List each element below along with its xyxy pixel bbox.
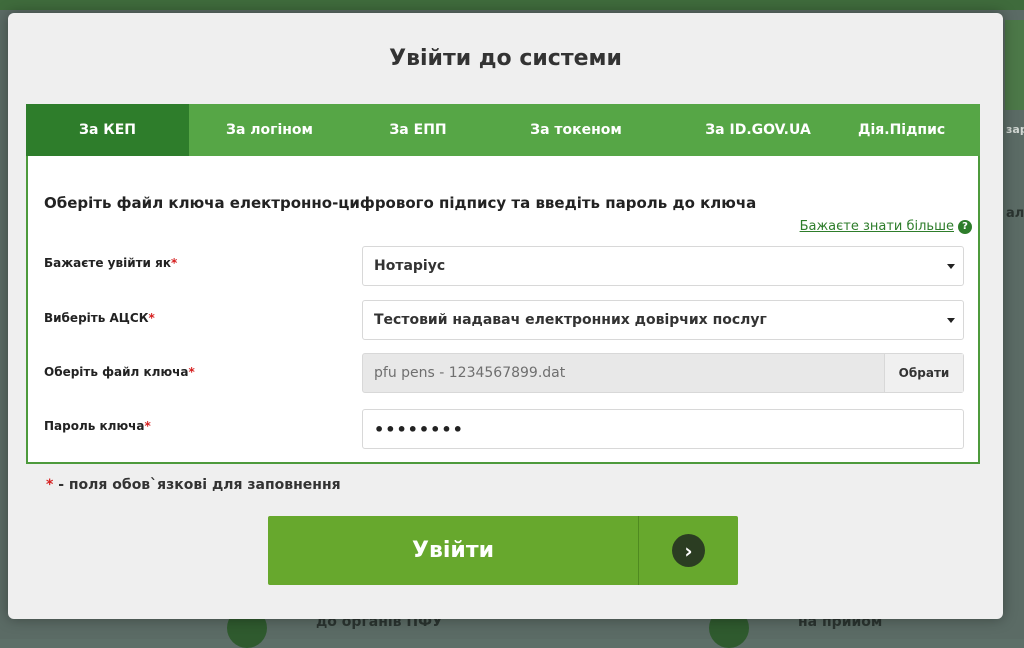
auth-method-tabs: За КЕП За логіном За ЕПП За токеном За I…: [26, 104, 980, 156]
password-label-text: Пароль ключа: [44, 419, 145, 433]
role-select-value: Нотаріус: [374, 258, 446, 274]
learn-more-link[interactable]: Бажаєте знати більше ?: [800, 219, 972, 234]
role-label-text: Бажаєте увійти як: [44, 256, 171, 270]
key-file-name: pfu pens - 1234567899.dat: [374, 365, 566, 381]
acsk-label: Виберіть АЦСК*: [44, 311, 155, 325]
modal-title: Увійти до системи: [389, 46, 622, 71]
tab-diia-pidpys[interactable]: Дія.Підпис: [850, 104, 980, 156]
tab-epp[interactable]: За ЕПП: [350, 104, 486, 156]
key-file-field: pfu pens - 1234567899.dat Обрати: [362, 353, 964, 393]
acsk-select[interactable]: Тестовий надавач електронних довірчих по…: [362, 300, 964, 340]
key-file-label: Оберіть файл ключа*: [44, 365, 195, 379]
tab-kep[interactable]: За КЕП: [26, 104, 189, 156]
required-fields-note: * - поля обов`язкові для заповнення: [46, 477, 341, 493]
login-panel: За КЕП За логіном За ЕПП За токеном За I…: [26, 104, 980, 464]
chevron-down-icon: [947, 264, 955, 269]
background-right-text-2: ал: [1006, 206, 1024, 221]
login-modal: Увійти до системи За КЕП За логіном За Е…: [8, 13, 1003, 619]
tab-id-gov-ua[interactable]: За ID.GOV.UA: [666, 104, 850, 156]
login-arrow-area[interactable]: ›: [639, 516, 738, 585]
choose-file-button[interactable]: Обрати: [884, 354, 963, 392]
login-button-label[interactable]: Увійти: [268, 516, 638, 585]
panel-heading: Оберіть файл ключа електронно-цифрового …: [44, 194, 757, 212]
role-select[interactable]: Нотаріус: [362, 246, 964, 286]
arrow-right-icon[interactable]: ›: [672, 534, 705, 567]
login-button[interactable]: Увійти ›: [268, 516, 738, 585]
chevron-down-icon: [947, 318, 955, 323]
required-note-text: - поля обов`язкові для заповнення: [53, 477, 341, 493]
background-card-right: [1005, 20, 1024, 110]
required-mark: *: [188, 365, 195, 379]
acsk-select-value: Тестовий надавач електронних довірчих по…: [374, 312, 767, 328]
learn-more-label[interactable]: Бажаєте знати більше: [800, 219, 954, 234]
background-right-text-1: зар: [1006, 123, 1024, 136]
key-file-label-text: Оберіть файл ключа: [44, 365, 189, 379]
help-icon[interactable]: ?: [958, 219, 972, 234]
role-label: Бажаєте увійти як*: [44, 256, 177, 270]
tab-login[interactable]: За логіном: [189, 104, 350, 156]
required-mark: *: [171, 256, 178, 270]
tab-token[interactable]: За токеном: [486, 104, 666, 156]
acsk-label-text: Виберіть АЦСК: [44, 311, 149, 325]
required-mark: *: [148, 311, 155, 325]
background-header-strip: [0, 0, 1024, 10]
password-label: Пароль ключа*: [44, 419, 151, 433]
required-mark: *: [144, 419, 151, 433]
password-input[interactable]: ••••••••: [362, 409, 964, 449]
